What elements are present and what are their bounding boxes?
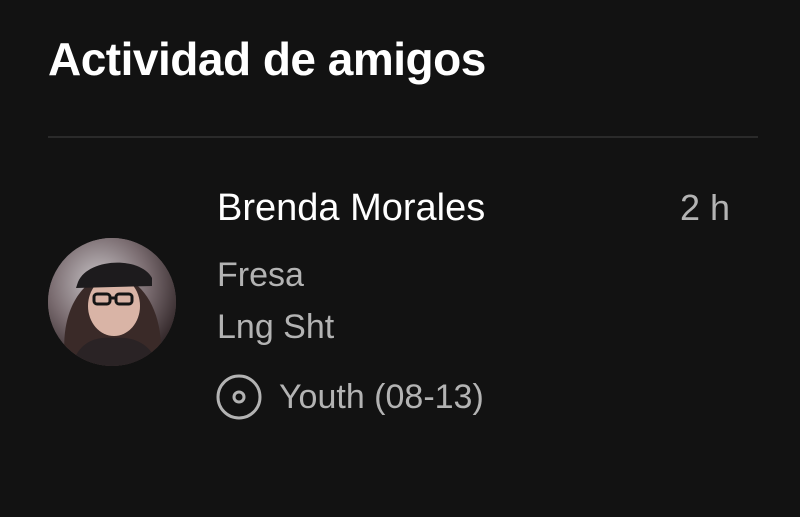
friend-activity-item[interactable]: Brenda Morales 2 h Fresa Lng Sht Youth (… <box>0 140 800 440</box>
panel-title: Actividad de amigos <box>48 33 486 85</box>
activity-time: 2 h <box>680 187 731 228</box>
context-label: Youth (08-13) <box>279 378 484 416</box>
artist-name[interactable]: Lng Sht <box>217 306 334 348</box>
avatar-photo <box>48 238 176 366</box>
friend-name[interactable]: Brenda Morales <box>217 186 485 230</box>
track-title[interactable]: Fresa <box>217 254 304 296</box>
album-icon <box>215 373 263 421</box>
divider <box>48 136 758 138</box>
friend-activity-panel: Actividad de amigos Brenda Morales 2 h F… <box>0 0 800 517</box>
avatar[interactable] <box>48 238 176 366</box>
playing-context[interactable]: Youth (08-13) <box>215 372 484 422</box>
